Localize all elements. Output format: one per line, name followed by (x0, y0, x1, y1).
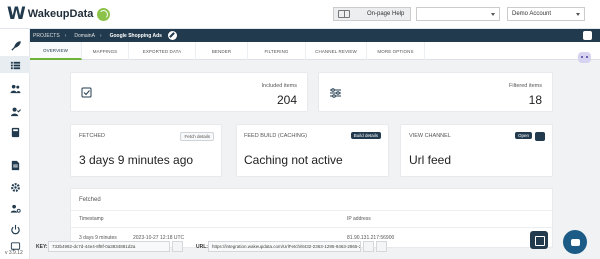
list-icon[interactable] (9, 59, 21, 71)
chevron-down-icon (576, 13, 580, 16)
fetch-details-button[interactable]: Fetch details (180, 132, 214, 141)
feed-build-card-value: Caching not active (244, 153, 343, 167)
checklist-icon (81, 87, 92, 98)
sidebar: v 3.9.12 (0, 29, 30, 259)
url-label: URL: (196, 244, 208, 250)
open-button[interactable]: Open (514, 132, 532, 139)
lock-icon[interactable] (535, 132, 545, 141)
feed-build-card-title: FEED BUILD (CACHING) (244, 133, 307, 139)
tab-exported-data[interactable]: EXPORTED DATA (129, 42, 196, 60)
view-channel-card: VIEW CHANNEL Open Url feed (400, 124, 553, 177)
user-check-icon[interactable] (9, 105, 21, 117)
channel-tabs: OVERVIEW MAPPINGS EXPORTED DATA BENDER F… (30, 42, 600, 60)
divider (71, 227, 552, 228)
gear-icon[interactable] (9, 181, 21, 193)
brand-ball-icon (97, 8, 111, 21)
col-header-ip: IP address (347, 216, 371, 222)
included-items-label: Included items (261, 83, 297, 89)
book-icon (338, 10, 350, 18)
brand-logo[interactable]: W WakeupData (7, 4, 111, 24)
feed-build-card: FEED BUILD (CACHING) Build details Cachi… (236, 124, 389, 177)
url-field[interactable]: https://integration.wakeupdata.com/UrlFe… (208, 241, 361, 252)
filtered-items-label: Filtered items (508, 83, 542, 89)
fetched-card-value: 3 days 9 minutes ago (79, 153, 194, 167)
fetched-card: FETCHED Fetch details 3 days 9 minutes a… (70, 124, 222, 177)
edit-pencil-icon[interactable] (167, 31, 177, 40)
top-bar: W WakeupData On-page Help Demo Account (0, 0, 600, 29)
app-version: v 3.9.12 (5, 250, 23, 256)
build-details-button[interactable]: Build details (350, 132, 381, 139)
clipboard-icon[interactable] (583, 31, 592, 40)
breadcrumb-separator-icon: › (64, 32, 67, 39)
on-page-help-button[interactable]: On-page Help (333, 7, 411, 21)
account-select[interactable]: Demo Account (507, 7, 585, 21)
tab-mappings[interactable]: MAPPINGS (82, 42, 129, 60)
view-channel-card-value: Url feed (409, 153, 452, 167)
download-icon[interactable] (376, 241, 387, 252)
brand-name: WakeupData (27, 8, 94, 20)
help-label: On-page Help (367, 11, 405, 17)
included-items-value: 204 (276, 93, 297, 107)
calendar-icon[interactable] (530, 231, 548, 249)
document-icon[interactable] (9, 159, 21, 171)
fetched-table-title: Fetched (79, 197, 101, 203)
copy-icon[interactable] (172, 241, 183, 252)
power-icon[interactable] (9, 223, 21, 235)
view-channel-card-title: VIEW CHANNEL (409, 133, 451, 139)
brand-mark: W (7, 4, 26, 24)
fetched-card-title: FETCHED (79, 133, 105, 139)
filtered-items-value: 18 (528, 93, 542, 107)
breadcrumb-channel[interactable]: Google Shopping Ads (110, 33, 162, 39)
sliders-icon (330, 88, 341, 98)
users-icon[interactable] (9, 82, 21, 94)
tab-more-options[interactable]: MORE OPTIONS (367, 42, 425, 60)
project-select[interactable] (416, 7, 500, 21)
tab-filtering[interactable]: FILTERING (248, 42, 306, 60)
tab-bender[interactable]: BENDER (196, 42, 248, 60)
col-header-timestamp: Timestamp (79, 216, 104, 222)
divider (71, 210, 552, 211)
assistant-bot-icon[interactable] (578, 52, 591, 63)
breadcrumb-domain[interactable]: DomainA (74, 33, 95, 39)
breadcrumb-separator-icon: › (99, 32, 102, 39)
breadcrumb-projects[interactable]: PROJECTS (33, 33, 60, 39)
account-select-value: Demo Account (512, 11, 552, 17)
key-url-bar: KEY: 733b4982-dc7d-44e4-8f8f-0a3834881d2… (30, 239, 530, 255)
tab-overview[interactable]: OVERVIEW (30, 42, 82, 60)
user-settings-icon[interactable] (9, 202, 21, 214)
key-label: KEY: (36, 244, 48, 250)
filtered-items-card: Filtered items 18 (318, 72, 553, 112)
tab-channel-review[interactable]: CHANNEL REVIEW (306, 42, 367, 60)
key-field[interactable]: 733b4982-dc7d-44e4-8f8f-0a3834881d2a (48, 241, 170, 252)
copy-icon[interactable] (363, 241, 374, 252)
book-icon[interactable] (9, 126, 21, 138)
chevron-down-icon (491, 13, 495, 16)
chat-support-button[interactable] (563, 230, 587, 254)
breadcrumb: PROJECTS › DomainA › Google Shopping Ads (30, 29, 600, 42)
rocket-icon[interactable] (9, 40, 21, 52)
included-items-card: Included items 204 (70, 72, 308, 112)
